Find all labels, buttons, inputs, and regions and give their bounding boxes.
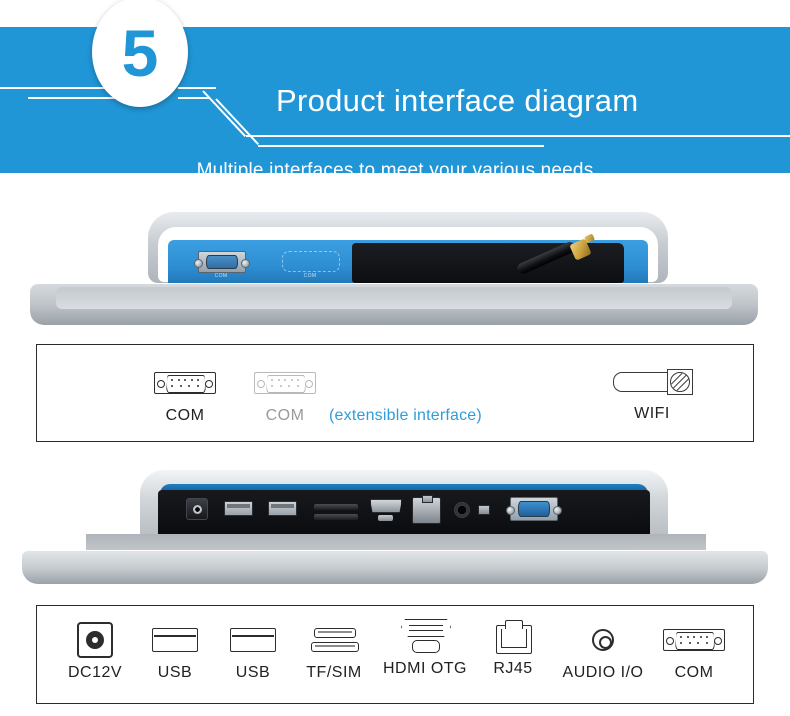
- screw-icon: [241, 258, 250, 268]
- device-foot: [22, 550, 768, 584]
- screw-icon: [506, 505, 515, 515]
- usb-icon: [137, 620, 213, 660]
- rj45-icon: [475, 616, 551, 656]
- dsub-com-icon: [249, 363, 321, 403]
- legend-label-usb-1: USB: [157, 664, 193, 681]
- header-decor-diagonal: [215, 98, 260, 146]
- section-number: 5: [121, 16, 159, 90]
- device-rear-view: COM COM: [0, 205, 790, 340]
- legend-label-tf-sim: TF/SIM: [306, 664, 362, 681]
- section-number-badge: 5: [92, 0, 188, 107]
- legend-label-com-extensible: COM: [265, 407, 305, 424]
- device-base-inner: [56, 287, 732, 309]
- device-com-port: [194, 251, 250, 273]
- legend-item-dc12v: DC12V: [57, 620, 133, 682]
- audio-jack-icon: [545, 620, 661, 660]
- header-decor-line: [178, 97, 210, 99]
- legend-item-usb-1: USB: [137, 620, 213, 682]
- device-com-port: [506, 497, 562, 521]
- legend-item-tf-sim: TF/SIM: [293, 620, 375, 682]
- legend-label-usb-2: USB: [235, 664, 271, 681]
- device-usb-port: [224, 501, 253, 516]
- device-com-extensible-outline: [282, 251, 340, 272]
- device-rj45-port: [412, 495, 441, 524]
- device-hdmi-port: [370, 499, 402, 513]
- header-decor-line: [178, 87, 216, 89]
- hdmi-otg-icon: [371, 616, 479, 656]
- legend-item-com: COM: [149, 363, 221, 425]
- legend-item-usb-2: USB: [215, 620, 291, 682]
- device-tf-slot: [314, 504, 358, 510]
- device-io-view: [0, 468, 790, 598]
- page-title: Product interface diagram: [276, 83, 639, 118]
- header-decor-line: [258, 145, 544, 147]
- legend-label-com: COM: [674, 664, 714, 681]
- legend-label-audio-io: AUDIO I/O: [562, 664, 644, 681]
- legend-label-rj45: RJ45: [493, 660, 533, 677]
- device-com-extensible-label: COM: [303, 273, 317, 279]
- wifi-antenna-icon: [607, 361, 697, 401]
- device-usb-port: [268, 501, 297, 516]
- device-com-port-label: COM: [214, 273, 228, 279]
- legend-note-extensible: (extensible interface): [329, 407, 482, 424]
- legend-label-hdmi-otg: HDMI OTG: [383, 660, 467, 677]
- legend-label-wifi: WIFI: [634, 405, 670, 422]
- header-decor-diagonal: [202, 90, 247, 138]
- device-dc-jack: [186, 498, 208, 520]
- screw-icon: [194, 258, 203, 268]
- legend-item-audio-io: AUDIO I/O: [545, 620, 661, 682]
- page-subtitle: Multiple interfaces to meet your various…: [196, 160, 594, 173]
- legend-item-com-extensible: COM: [249, 363, 321, 425]
- legend-bottom-panel: DC12V USB USB TF/SIM HDMI OTG RJ45 AUDIO…: [36, 605, 754, 704]
- legend-item-hdmi-otg: HDMI OTG: [371, 616, 479, 678]
- device-sim-slot: [314, 514, 358, 520]
- legend-top-panel: COM COM (extensible interface) WIFI: [36, 344, 754, 442]
- dc-power-icon: [57, 620, 133, 660]
- legend-item-com: COM: [651, 620, 737, 682]
- tf-sim-slot-icon: [293, 620, 375, 660]
- device-otg-port: [378, 515, 393, 521]
- usb-icon: [215, 620, 291, 660]
- legend-item-rj45: RJ45: [475, 616, 551, 678]
- device-aux-connector: [478, 505, 490, 515]
- dsub-com-icon: [149, 363, 221, 403]
- dsub-com-icon: [651, 620, 737, 660]
- legend-label-dc12v: DC12V: [67, 664, 123, 681]
- legend-item-wifi: WIFI: [607, 361, 697, 423]
- screw-icon: [553, 505, 562, 515]
- device-audio-jack: [454, 502, 470, 518]
- header-decor-line: [246, 135, 790, 137]
- legend-label-com: COM: [165, 407, 205, 424]
